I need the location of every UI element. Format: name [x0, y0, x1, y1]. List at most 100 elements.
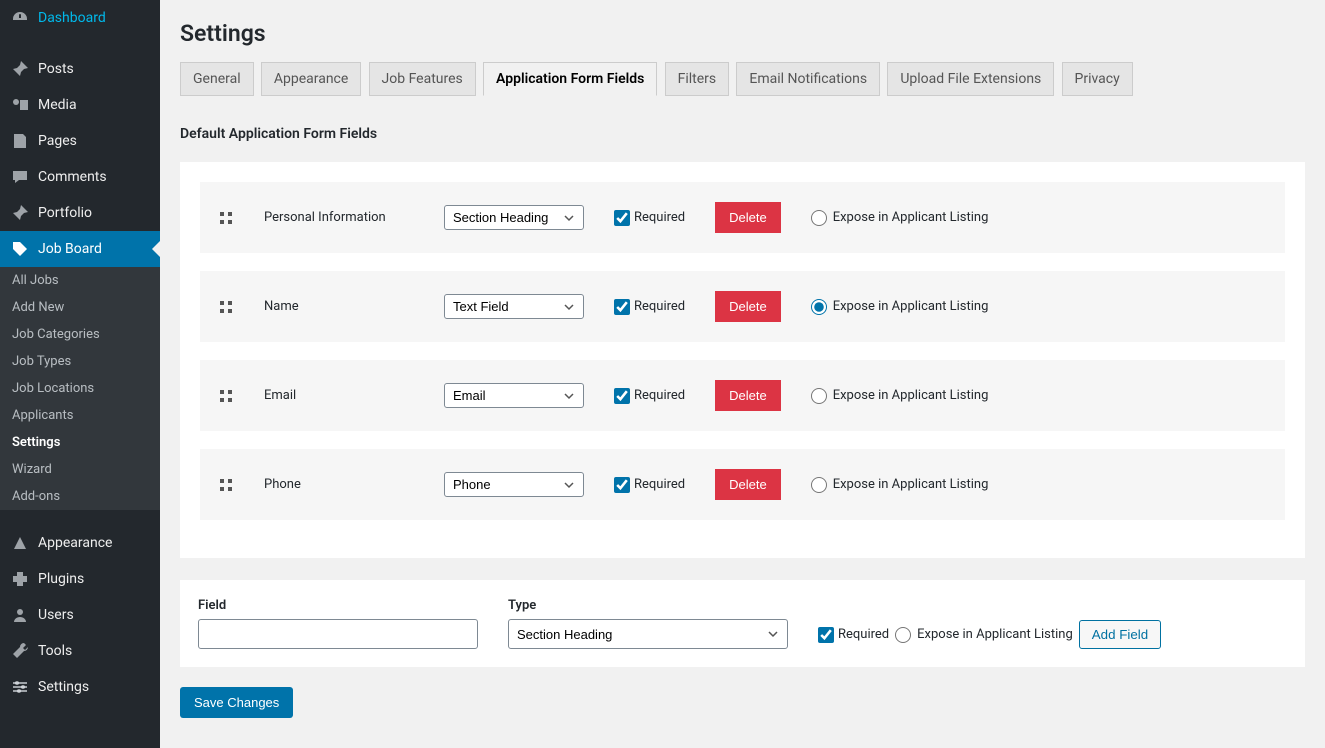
field-row: Name Text Field Required Delete Expose in Ap… [200, 271, 1285, 342]
tag-icon [10, 239, 30, 259]
sidebar-item-pages[interactable]: Pages [0, 123, 160, 159]
required-check[interactable]: Required [614, 477, 685, 493]
drag-handle-icon[interactable] [218, 477, 234, 493]
expose-radio[interactable]: Expose in Applicant Listing [811, 477, 989, 493]
sidebar-item-users[interactable]: Users [0, 597, 160, 633]
sidebar-label: Dashboard [38, 10, 106, 26]
expose-label: Expose in Applicant Listing [833, 299, 989, 314]
sidebar-item-job-board[interactable]: Job Board [0, 231, 160, 267]
required-checkbox[interactable] [614, 388, 630, 404]
expose-radio-input[interactable] [811, 388, 827, 404]
delete-button[interactable]: Delete [715, 380, 781, 411]
tab-privacy[interactable]: Privacy [1062, 62, 1133, 96]
field-row: Personal Information Section Heading Requi… [200, 182, 1285, 253]
field-type-select[interactable]: Section Heading [444, 205, 584, 230]
expose-radio[interactable]: Expose in Applicant Listing [811, 388, 989, 404]
plugins-icon [10, 569, 30, 589]
type-label: Type [508, 598, 788, 613]
field-name-label: Name [264, 299, 414, 314]
tab-appearance[interactable]: Appearance [261, 62, 361, 96]
drag-handle-icon[interactable] [218, 210, 234, 226]
new-field-input[interactable] [198, 619, 478, 649]
drag-handle-icon[interactable] [218, 299, 234, 315]
expose-label: Expose in Applicant Listing [833, 388, 989, 403]
expose-label: Expose in Applicant Listing [833, 210, 989, 225]
sidebar-item-media[interactable]: Media [0, 87, 160, 123]
required-label: Required [634, 210, 685, 225]
sidebar-submenu: All Jobs Add New Job Categories Job Type… [0, 267, 160, 510]
expose-radio-input[interactable] [811, 210, 827, 226]
submenu-add-ons[interactable]: Add-ons [0, 483, 160, 510]
field-name-label: Personal Information [264, 210, 414, 225]
expose-radio-input[interactable] [811, 299, 827, 315]
required-label: Required [634, 477, 685, 492]
tab-email-notifications[interactable]: Email Notifications [736, 62, 880, 96]
delete-button[interactable]: Delete [715, 469, 781, 500]
required-checkbox[interactable] [614, 299, 630, 315]
submenu-all-jobs[interactable]: All Jobs [0, 267, 160, 294]
sidebar-item-tools[interactable]: Tools [0, 633, 160, 669]
tab-general[interactable]: General [180, 62, 254, 96]
new-expose-radio[interactable]: Expose in Applicant Listing [895, 627, 1073, 643]
required-check[interactable]: Required [614, 299, 685, 315]
add-field-box: Field Type Section Heading Required Expo… [180, 580, 1305, 667]
tab-upload-file-extensions[interactable]: Upload File Extensions [887, 62, 1054, 96]
sidebar-item-settings[interactable]: Settings [0, 669, 160, 705]
submenu-applicants[interactable]: Applicants [0, 402, 160, 429]
drag-handle-icon[interactable] [218, 388, 234, 404]
pin-icon [10, 59, 30, 79]
field-name-label: Email [264, 388, 414, 403]
new-required-checkbox[interactable] [818, 627, 834, 643]
submenu-settings[interactable]: Settings [0, 429, 160, 456]
field-type-select[interactable]: Email [444, 383, 584, 408]
sidebar-label: Plugins [38, 571, 84, 587]
sidebar-item-portfolio[interactable]: Portfolio [0, 195, 160, 231]
sidebar-label: Tools [38, 643, 72, 659]
sidebar-label: Portfolio [38, 205, 92, 221]
sidebar-label: Pages [38, 133, 77, 149]
sidebar-item-comments[interactable]: Comments [0, 159, 160, 195]
pin-icon [10, 203, 30, 223]
required-check[interactable]: Required [614, 388, 685, 404]
settings-icon [10, 677, 30, 697]
delete-button[interactable]: Delete [715, 202, 781, 233]
save-changes-button[interactable]: Save Changes [180, 687, 293, 718]
field-type-select[interactable]: Phone [444, 472, 584, 497]
section-title: Default Application Form Fields [180, 126, 1305, 142]
sidebar-item-posts[interactable]: Posts [0, 51, 160, 87]
tab-job-features[interactable]: Job Features [369, 62, 476, 96]
new-expose-radio-input[interactable] [895, 627, 911, 643]
expose-label: Expose in Applicant Listing [917, 627, 1073, 642]
sidebar-item-dashboard[interactable]: Dashboard [0, 0, 160, 36]
tab-filters[interactable]: Filters [665, 62, 730, 96]
new-field-type-select[interactable]: Section Heading [508, 619, 788, 649]
expose-radio[interactable]: Expose in Applicant Listing [811, 210, 989, 226]
required-label: Required [634, 299, 685, 314]
sidebar-label: Users [38, 607, 74, 623]
sidebar-label: Appearance [38, 535, 112, 551]
field-label: Field [198, 598, 478, 613]
submenu-job-categories[interactable]: Job Categories [0, 321, 160, 348]
submenu-add-new[interactable]: Add New [0, 294, 160, 321]
tab-application-form-fields[interactable]: Application Form Fields [483, 62, 657, 96]
submenu-job-types[interactable]: Job Types [0, 348, 160, 375]
field-type-select[interactable]: Text Field [444, 294, 584, 319]
sidebar-label: Media [38, 97, 77, 113]
submenu-wizard[interactable]: Wizard [0, 456, 160, 483]
submenu-job-locations[interactable]: Job Locations [0, 375, 160, 402]
expose-radio-input[interactable] [811, 477, 827, 493]
sidebar-item-plugins[interactable]: Plugins [0, 561, 160, 597]
required-checkbox[interactable] [614, 477, 630, 493]
new-required-check[interactable]: Required [818, 627, 889, 643]
required-label: Required [634, 388, 685, 403]
tools-icon [10, 641, 30, 661]
main-content: Settings General Appearance Job Features… [160, 0, 1325, 748]
delete-button[interactable]: Delete [715, 291, 781, 322]
users-icon [10, 605, 30, 625]
comments-icon [10, 167, 30, 187]
sidebar-item-appearance[interactable]: Appearance [0, 525, 160, 561]
expose-radio[interactable]: Expose in Applicant Listing [811, 299, 989, 315]
required-check[interactable]: Required [614, 210, 685, 226]
add-field-button[interactable]: Add Field [1079, 620, 1161, 649]
required-checkbox[interactable] [614, 210, 630, 226]
